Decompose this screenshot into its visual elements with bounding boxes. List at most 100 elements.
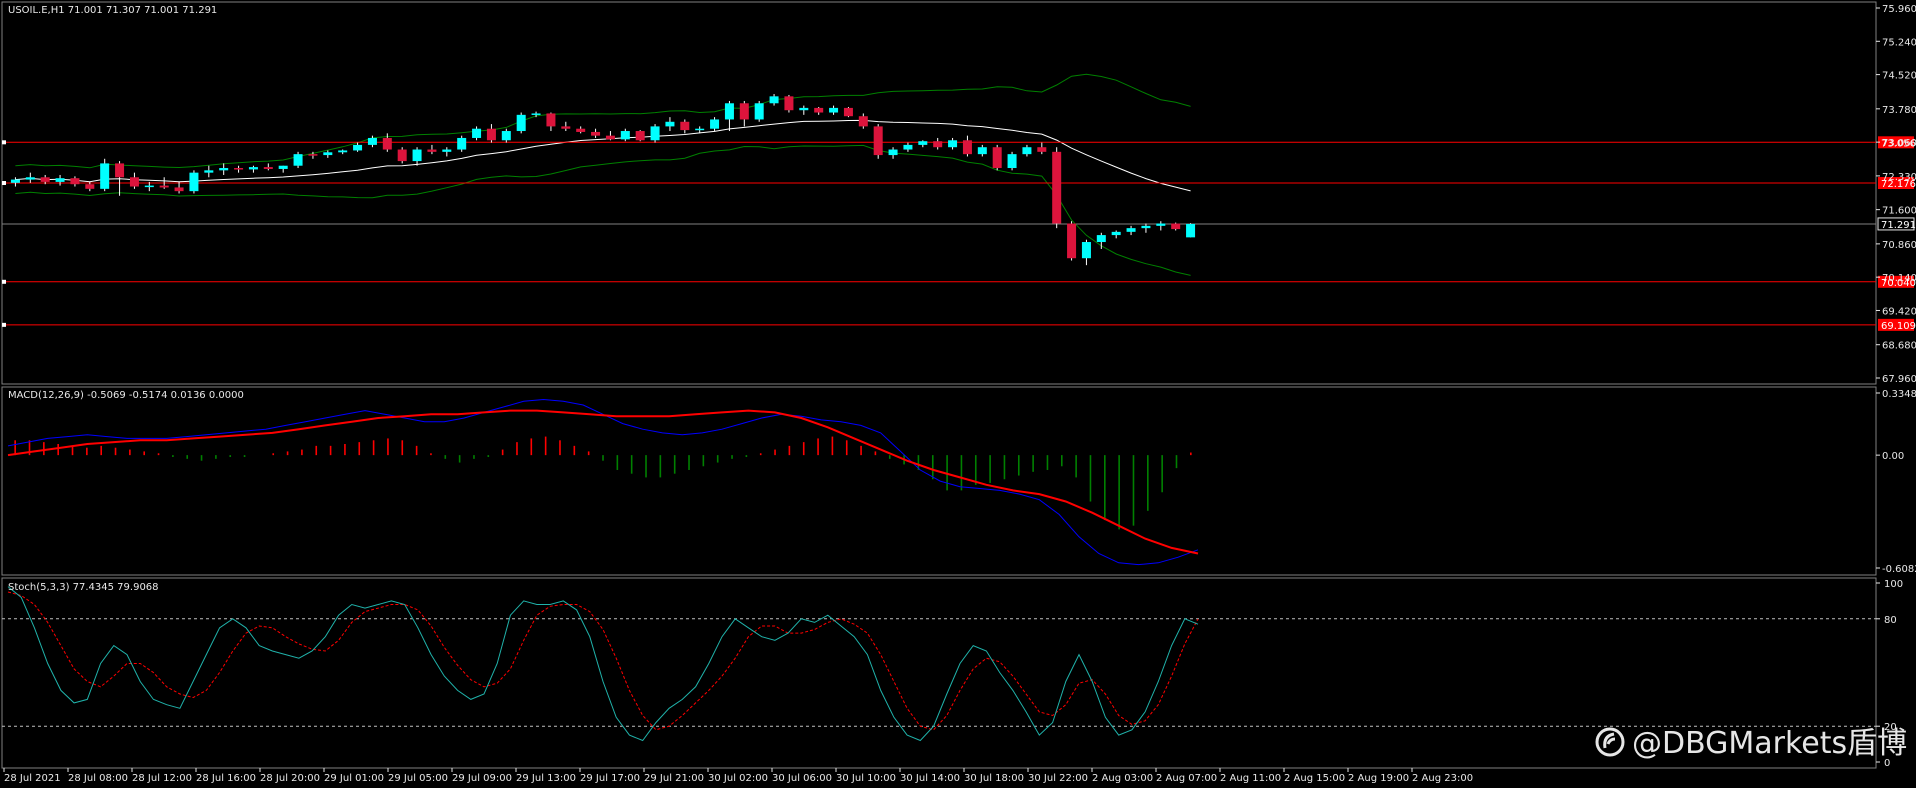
candle-body[interactable] (739, 103, 749, 120)
candle-body[interactable] (338, 150, 348, 153)
candle-body[interactable] (55, 178, 65, 182)
candle-body[interactable] (710, 119, 720, 129)
candle-body[interactable] (367, 137, 377, 145)
candle-body[interactable] (1067, 223, 1077, 259)
candle-body[interactable] (248, 167, 258, 170)
candle-body[interactable] (189, 172, 199, 192)
candle-body[interactable] (605, 135, 615, 140)
candle-body[interactable] (829, 107, 839, 113)
candle-body[interactable] (174, 187, 184, 192)
candle-body[interactable] (1052, 151, 1062, 224)
macd-panel[interactable] (7, 398, 1199, 566)
candle-body[interactable] (278, 165, 288, 169)
candle-body[interactable] (1171, 223, 1181, 230)
candle-body[interactable] (546, 113, 556, 127)
level-handle[interactable] (2, 279, 6, 284)
level-handle[interactable] (2, 322, 6, 327)
candle-body[interactable] (442, 149, 452, 152)
candle-body[interactable] (501, 131, 511, 141)
candle-body[interactable] (144, 185, 154, 188)
candle-body[interactable] (1156, 223, 1166, 226)
level-handle[interactable] (2, 140, 6, 145)
stoch-panel[interactable] (2, 586, 1876, 742)
candle-body[interactable] (695, 128, 705, 131)
candle-body[interactable] (486, 128, 496, 141)
upper-band-line (15, 73, 1191, 169)
price-tick-label: 70.140 (1882, 273, 1916, 284)
candle-body[interactable] (1081, 242, 1091, 259)
candle-body[interactable] (70, 178, 80, 185)
candle-body[interactable] (1126, 228, 1136, 232)
candle-body[interactable] (992, 147, 1002, 169)
candle-body[interactable] (115, 163, 125, 178)
candle-body[interactable] (472, 128, 482, 138)
time-tick-label: 29 Jul 01:00 (324, 773, 384, 784)
candle-body[interactable] (412, 149, 422, 162)
candle-body[interactable] (635, 131, 645, 141)
candle-body[interactable] (85, 184, 95, 189)
candle-body[interactable] (724, 103, 734, 120)
candle-body[interactable] (516, 114, 526, 132)
price-panel-frame (1, 1, 1877, 385)
candle-body[interactable] (129, 177, 139, 187)
candle-body[interactable] (561, 126, 571, 129)
candle-body[interactable] (263, 167, 273, 169)
candle-body[interactable] (234, 168, 244, 170)
candle-body[interactable] (769, 96, 779, 104)
candle-body[interactable] (650, 126, 660, 141)
time-tick-label: 29 Jul 05:00 (388, 773, 448, 784)
candle-body[interactable] (1096, 235, 1106, 243)
candle-body[interactable] (382, 137, 392, 150)
macd-signal-line (7, 409, 1199, 555)
candle-body[interactable] (1186, 223, 1196, 238)
candle-body[interactable] (933, 141, 943, 148)
candle-body[interactable] (1111, 231, 1121, 236)
level-handle[interactable] (2, 181, 6, 186)
candle-body[interactable] (591, 131, 601, 136)
candle-body[interactable] (948, 140, 958, 148)
macd-tick-label: 0.00 (1882, 451, 1904, 462)
time-tick-label: 28 Jul 16:00 (196, 773, 256, 784)
candle-body[interactable] (888, 149, 898, 156)
candle-body[interactable] (323, 152, 333, 156)
candle-body[interactable] (10, 179, 20, 183)
candle-body[interactable] (576, 128, 586, 132)
candle-body[interactable] (25, 177, 35, 180)
candle-body[interactable] (1022, 147, 1032, 155)
candle-body[interactable] (680, 121, 690, 131)
price-tick-label: 69.420 (1882, 306, 1916, 317)
candle-body[interactable] (977, 147, 987, 155)
candle-body[interactable] (962, 140, 972, 155)
candle-body[interactable] (353, 144, 363, 151)
candle-body[interactable] (293, 154, 303, 166)
candle-body[interactable] (219, 168, 229, 171)
candle-body[interactable] (159, 185, 169, 188)
candle-body[interactable] (397, 149, 407, 162)
candle-body[interactable] (40, 177, 50, 182)
trading-chart[interactable]: 73.05672.17670.04069.10971.29175.96075.2… (0, 0, 1916, 788)
candle-body[interactable] (784, 96, 794, 111)
time-tick-label: 2 Aug 11:00 (1220, 773, 1281, 784)
candle-body[interactable] (308, 154, 318, 156)
candle-body[interactable] (100, 163, 110, 189)
candle-body[interactable] (814, 107, 824, 113)
candle-body[interactable] (843, 107, 853, 117)
candle-body[interactable] (858, 116, 868, 127)
candle-body[interactable] (799, 107, 809, 111)
candle-body[interactable] (1037, 147, 1047, 152)
candle-body[interactable] (873, 126, 883, 156)
candle-body[interactable] (1141, 225, 1151, 229)
candle-body[interactable] (1007, 154, 1017, 169)
candle-body[interactable] (665, 121, 675, 127)
candle-body[interactable] (204, 170, 214, 173)
price-panel[interactable] (2, 73, 1876, 327)
candle-body[interactable] (620, 131, 630, 140)
candle-body[interactable] (754, 103, 764, 120)
candle-body[interactable] (903, 144, 913, 150)
candle-body[interactable] (918, 141, 928, 145)
stoch-panel-frame (1, 577, 1877, 769)
time-tick-label: 30 Jul 22:00 (1028, 773, 1088, 784)
candle-body[interactable] (457, 137, 467, 150)
candle-body[interactable] (427, 149, 437, 152)
candle-body[interactable] (531, 113, 541, 115)
